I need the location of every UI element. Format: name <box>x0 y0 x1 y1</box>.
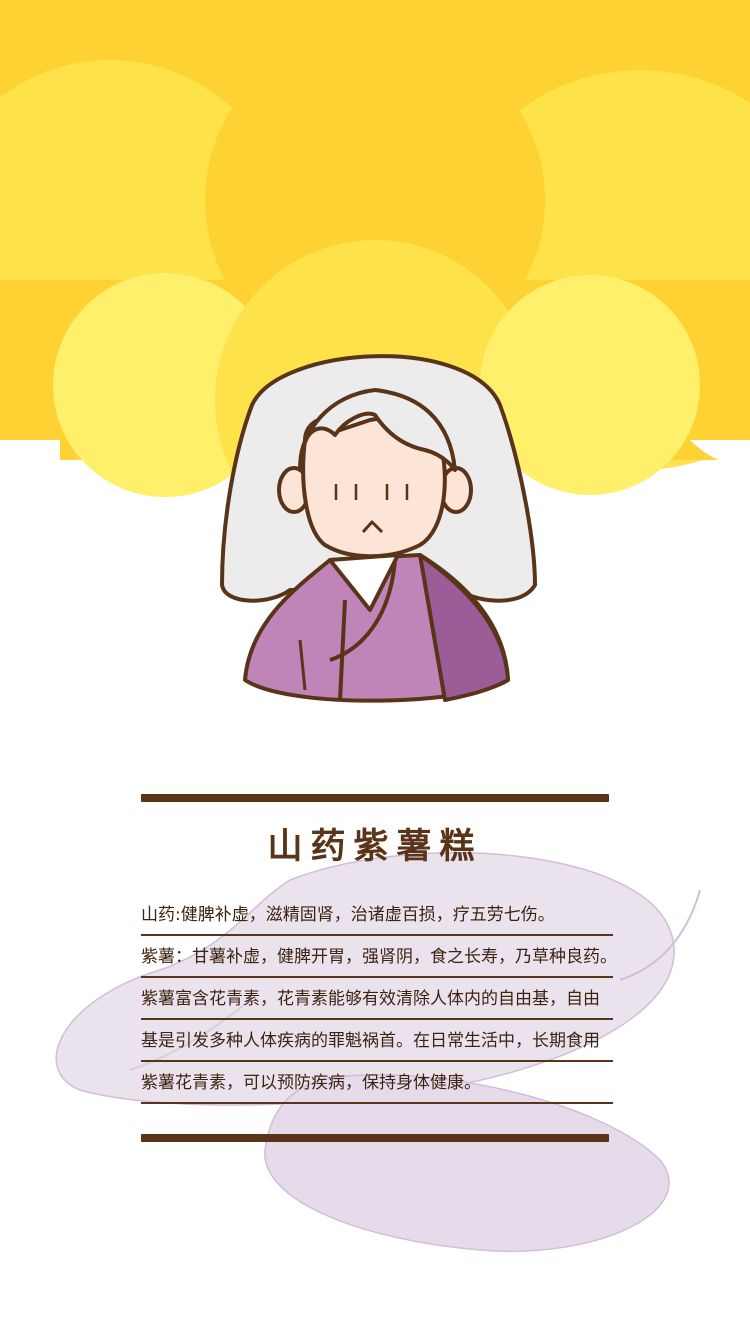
bottom-divider <box>141 1134 609 1142</box>
text-line: 紫薯富含花青素，花青素能够有效清除人体内的自由基，自由 <box>141 980 613 1020</box>
character <box>220 354 537 703</box>
text-line: 基是引发多种人体疾病的罪魁祸首。在日常生活中，长期食用 <box>141 1022 613 1062</box>
text-line: 紫薯：甘薯补虚，健脾开胃，强肾阴，食之长寿，乃草种良药。 <box>141 938 613 978</box>
text-line: 紫薯花青素，可以预防疾病，保持身体健康。 <box>141 1064 613 1104</box>
text-line: 山药:健脾补虚，滋精固肾，治诸虚百损，疗五劳七伤。 <box>141 896 613 936</box>
page-title: 山药紫薯糕 <box>267 827 483 867</box>
top-divider <box>141 794 609 802</box>
description: 山药:健脾补虚，滋精固肾，治诸虚百损，疗五劳七伤。 紫薯：甘薯补虚，健脾开胃，强… <box>141 896 613 1106</box>
